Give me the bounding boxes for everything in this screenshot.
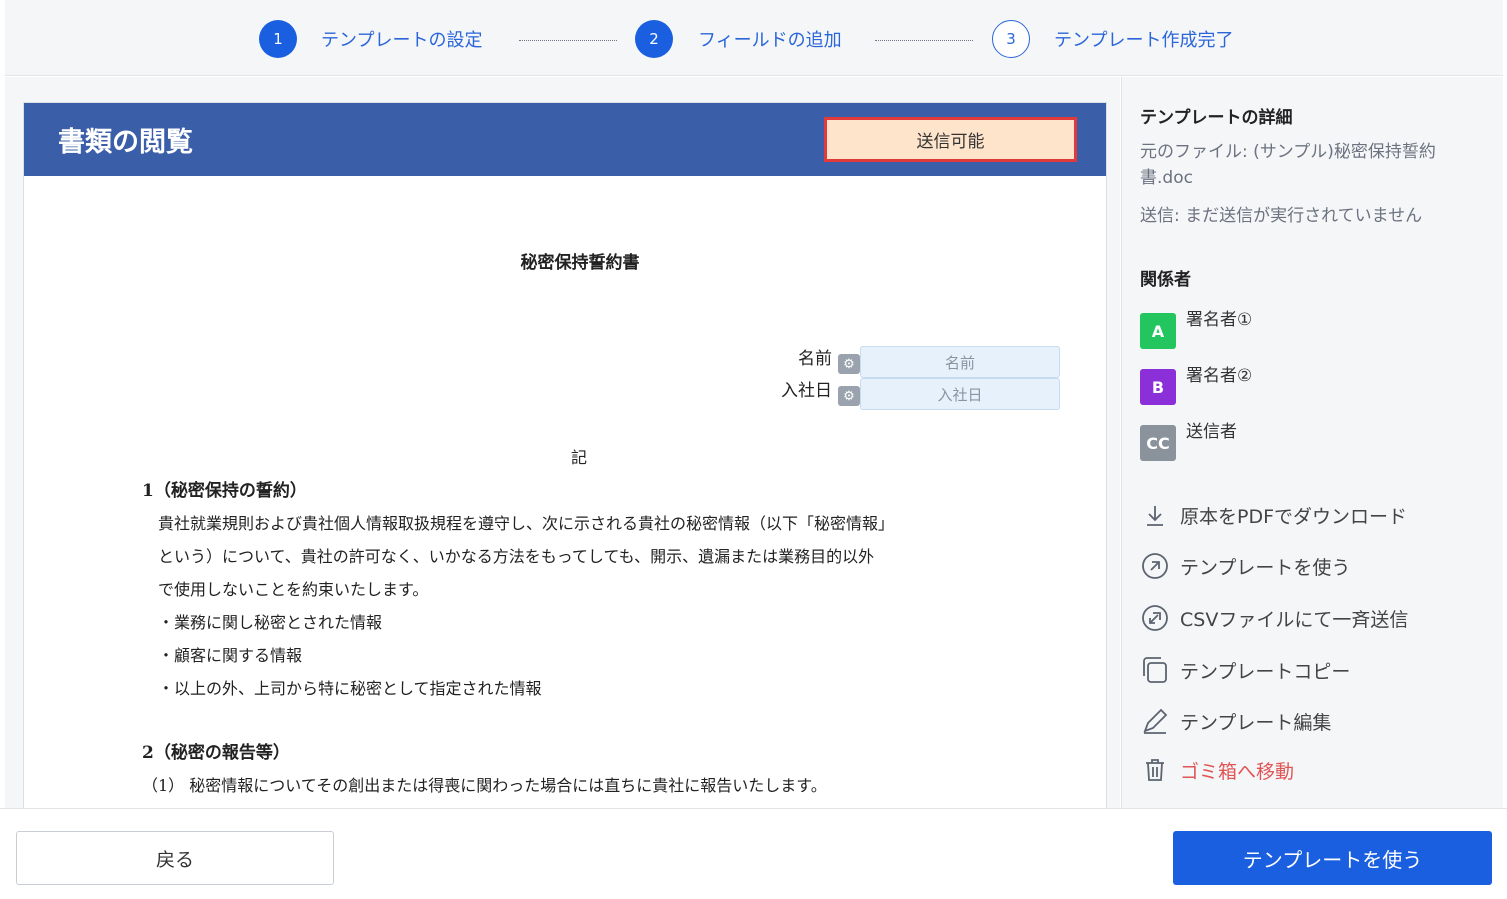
section-2-title: 2（秘密の報告等） [142,743,290,763]
section-1-line: ・以上の外、上司から特に秘密として指定された情報 [158,679,542,698]
action-label: CSVファイルにて一斉送信 [1180,608,1409,631]
party-badge: CC [1140,425,1176,461]
join-date-field[interactable]: 入社日 [860,378,1060,410]
details-heading: テンプレートの詳細 [1140,108,1293,128]
send-status: 送信: まだ送信が実行されていません [1140,206,1423,226]
section-1-line: で使用しないことを約束いたします。 [158,580,429,599]
source-file: 元のファイル: (サンプル)秘密保持誓約書.doc [1140,142,1436,188]
action-label: 原本をPDFでダウンロード [1180,505,1408,528]
action-label: ゴミ箱へ移動 [1180,760,1295,783]
copy-template-action[interactable]: テンプレートコピー [1140,654,1350,686]
download-pdf-action[interactable]: 原本をPDFでダウンロード [1140,499,1407,531]
name-field[interactable]: 名前 [860,346,1060,378]
step-1-number: 1 [259,20,297,58]
section-2-line: （1） 秘密情報についてその創出または得喪に関わった場合には直ちに貴社に報告いた… [142,776,827,795]
back-button[interactable]: 戻る [16,831,334,885]
step-2-label: フィールドの追加 [698,30,842,51]
party-name: 送信者 [1186,422,1237,442]
csv-bulk-send-action[interactable]: CSVファイルにて一斉送信 [1140,602,1408,634]
gear-icon[interactable]: ⚙ [838,354,860,374]
document-header: 書類の閲覧 送信可能 [24,103,1106,176]
progress-stepper: 1 テンプレートの設定 2 フィールドの追加 3 テンプレート作成完了 [5,0,1503,76]
step-3-label: テンプレート作成完了 [1054,30,1234,51]
bulk-send-icon [1140,603,1170,633]
section-1-line: ・業務に関し秘密とされた情報 [158,613,383,632]
arrow-circle-icon [1140,551,1170,581]
document-title: 秘密保持誓約書 [520,253,640,273]
template-details-sidebar: テンプレートの詳細 元のファイル: (サンプル)秘密保持誓約書.doc 送信: … [1121,77,1503,808]
section-1-line: 貴社就業規則および貴社個人情報取扱規程を遵守し、次に示される貴社の秘密情報（以下… [158,514,895,533]
use-template-button[interactable]: テンプレートを使う [1173,831,1492,885]
action-label: テンプレートコピー [1180,660,1351,683]
document-body[interactable]: 秘密保持誓約書 名前 ⚙ 名前 入社日 ⚙ 入社日 記 1（秘密保持の誓約） 貴… [24,176,1106,821]
download-icon [1140,500,1170,530]
parties-heading: 関係者 [1140,270,1191,290]
step-divider [519,40,617,41]
footer-bar: 戻る テンプレートを使う [0,808,1507,899]
step-divider [875,40,973,41]
trash-icon [1140,755,1170,785]
pencil-icon [1140,706,1170,736]
ki-heading: 記 [571,448,588,467]
section-1-title: 1（秘密保持の誓約） [142,481,307,501]
step-1-label: テンプレートの設定 [321,30,483,51]
copy-icon [1140,655,1170,685]
action-label: テンプレート編集 [1180,711,1332,734]
document-header-title: 書類の閲覧 [58,127,193,158]
move-to-trash-action[interactable]: ゴミ箱へ移動 [1140,754,1294,786]
field-label-join-date: 入社日 [781,381,832,401]
party-name: 署名者② [1186,366,1253,386]
step-3-number: 3 [992,20,1030,58]
document-card: 書類の閲覧 送信可能 秘密保持誓約書 名前 ⚙ 名前 入社日 ⚙ 入社日 記 1… [23,102,1107,822]
party-badge: A [1140,313,1176,349]
document-area: 書類の閲覧 送信可能 秘密保持誓約書 名前 ⚙ 名前 入社日 ⚙ 入社日 記 1… [5,77,1120,822]
gear-icon[interactable]: ⚙ [838,386,860,406]
party-badge: B [1140,369,1176,405]
action-label: テンプレートを使う [1180,556,1351,579]
section-1-line: という）について、貴社の許可なく、いかなる方法をもってしても、開示、遺漏または業… [158,547,875,566]
party-name: 署名者① [1186,310,1253,330]
field-label-name: 名前 [798,349,832,369]
step-2-number: 2 [635,20,673,58]
status-badge: 送信可能 [824,117,1077,162]
use-template-action[interactable]: テンプレートを使う [1140,550,1350,582]
edit-template-action[interactable]: テンプレート編集 [1140,705,1331,737]
section-1-line: ・顧客に関する情報 [158,646,303,665]
